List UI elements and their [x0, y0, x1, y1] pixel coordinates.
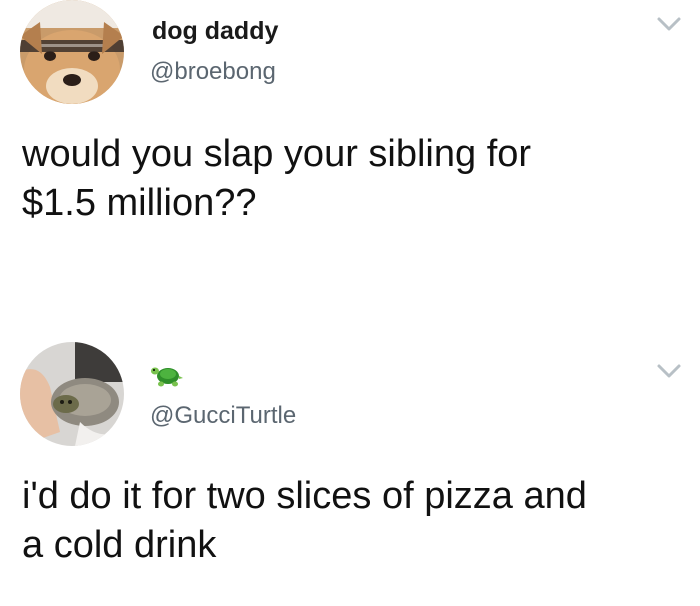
tweet-2: @GucciTurtle i'd do it for two slices of… [0, 300, 700, 606]
user-avatar-dog[interactable] [20, 0, 124, 104]
user-handle[interactable]: @GucciTurtle [150, 402, 296, 430]
tweet-text: i'd do it for two slices of pizza and a … [22, 472, 678, 570]
display-name[interactable]: dog daddy [152, 17, 278, 46]
tweet-text-line: i'd do it for two slices of pizza and [22, 475, 587, 517]
dog-avatar-icon [20, 0, 124, 104]
user-avatar-turtle[interactable] [20, 342, 124, 446]
tweet-text-line: would you slap your sibling for [22, 133, 532, 175]
tweet-1: dog daddy @broebong would you slap your … [0, 0, 700, 300]
turtle-emoji-icon[interactable] [150, 360, 184, 390]
tweet-text: would you slap your sibling for $1.5 mil… [22, 130, 678, 228]
tweet-text-line: a cold drink [22, 524, 217, 566]
turtle-avatar-icon [20, 342, 124, 446]
user-handle[interactable]: @broebong [150, 58, 276, 86]
chevron-down-icon[interactable] [656, 16, 682, 32]
tweet-text-line: $1.5 million?? [22, 182, 257, 224]
chevron-down-icon[interactable] [656, 363, 682, 379]
